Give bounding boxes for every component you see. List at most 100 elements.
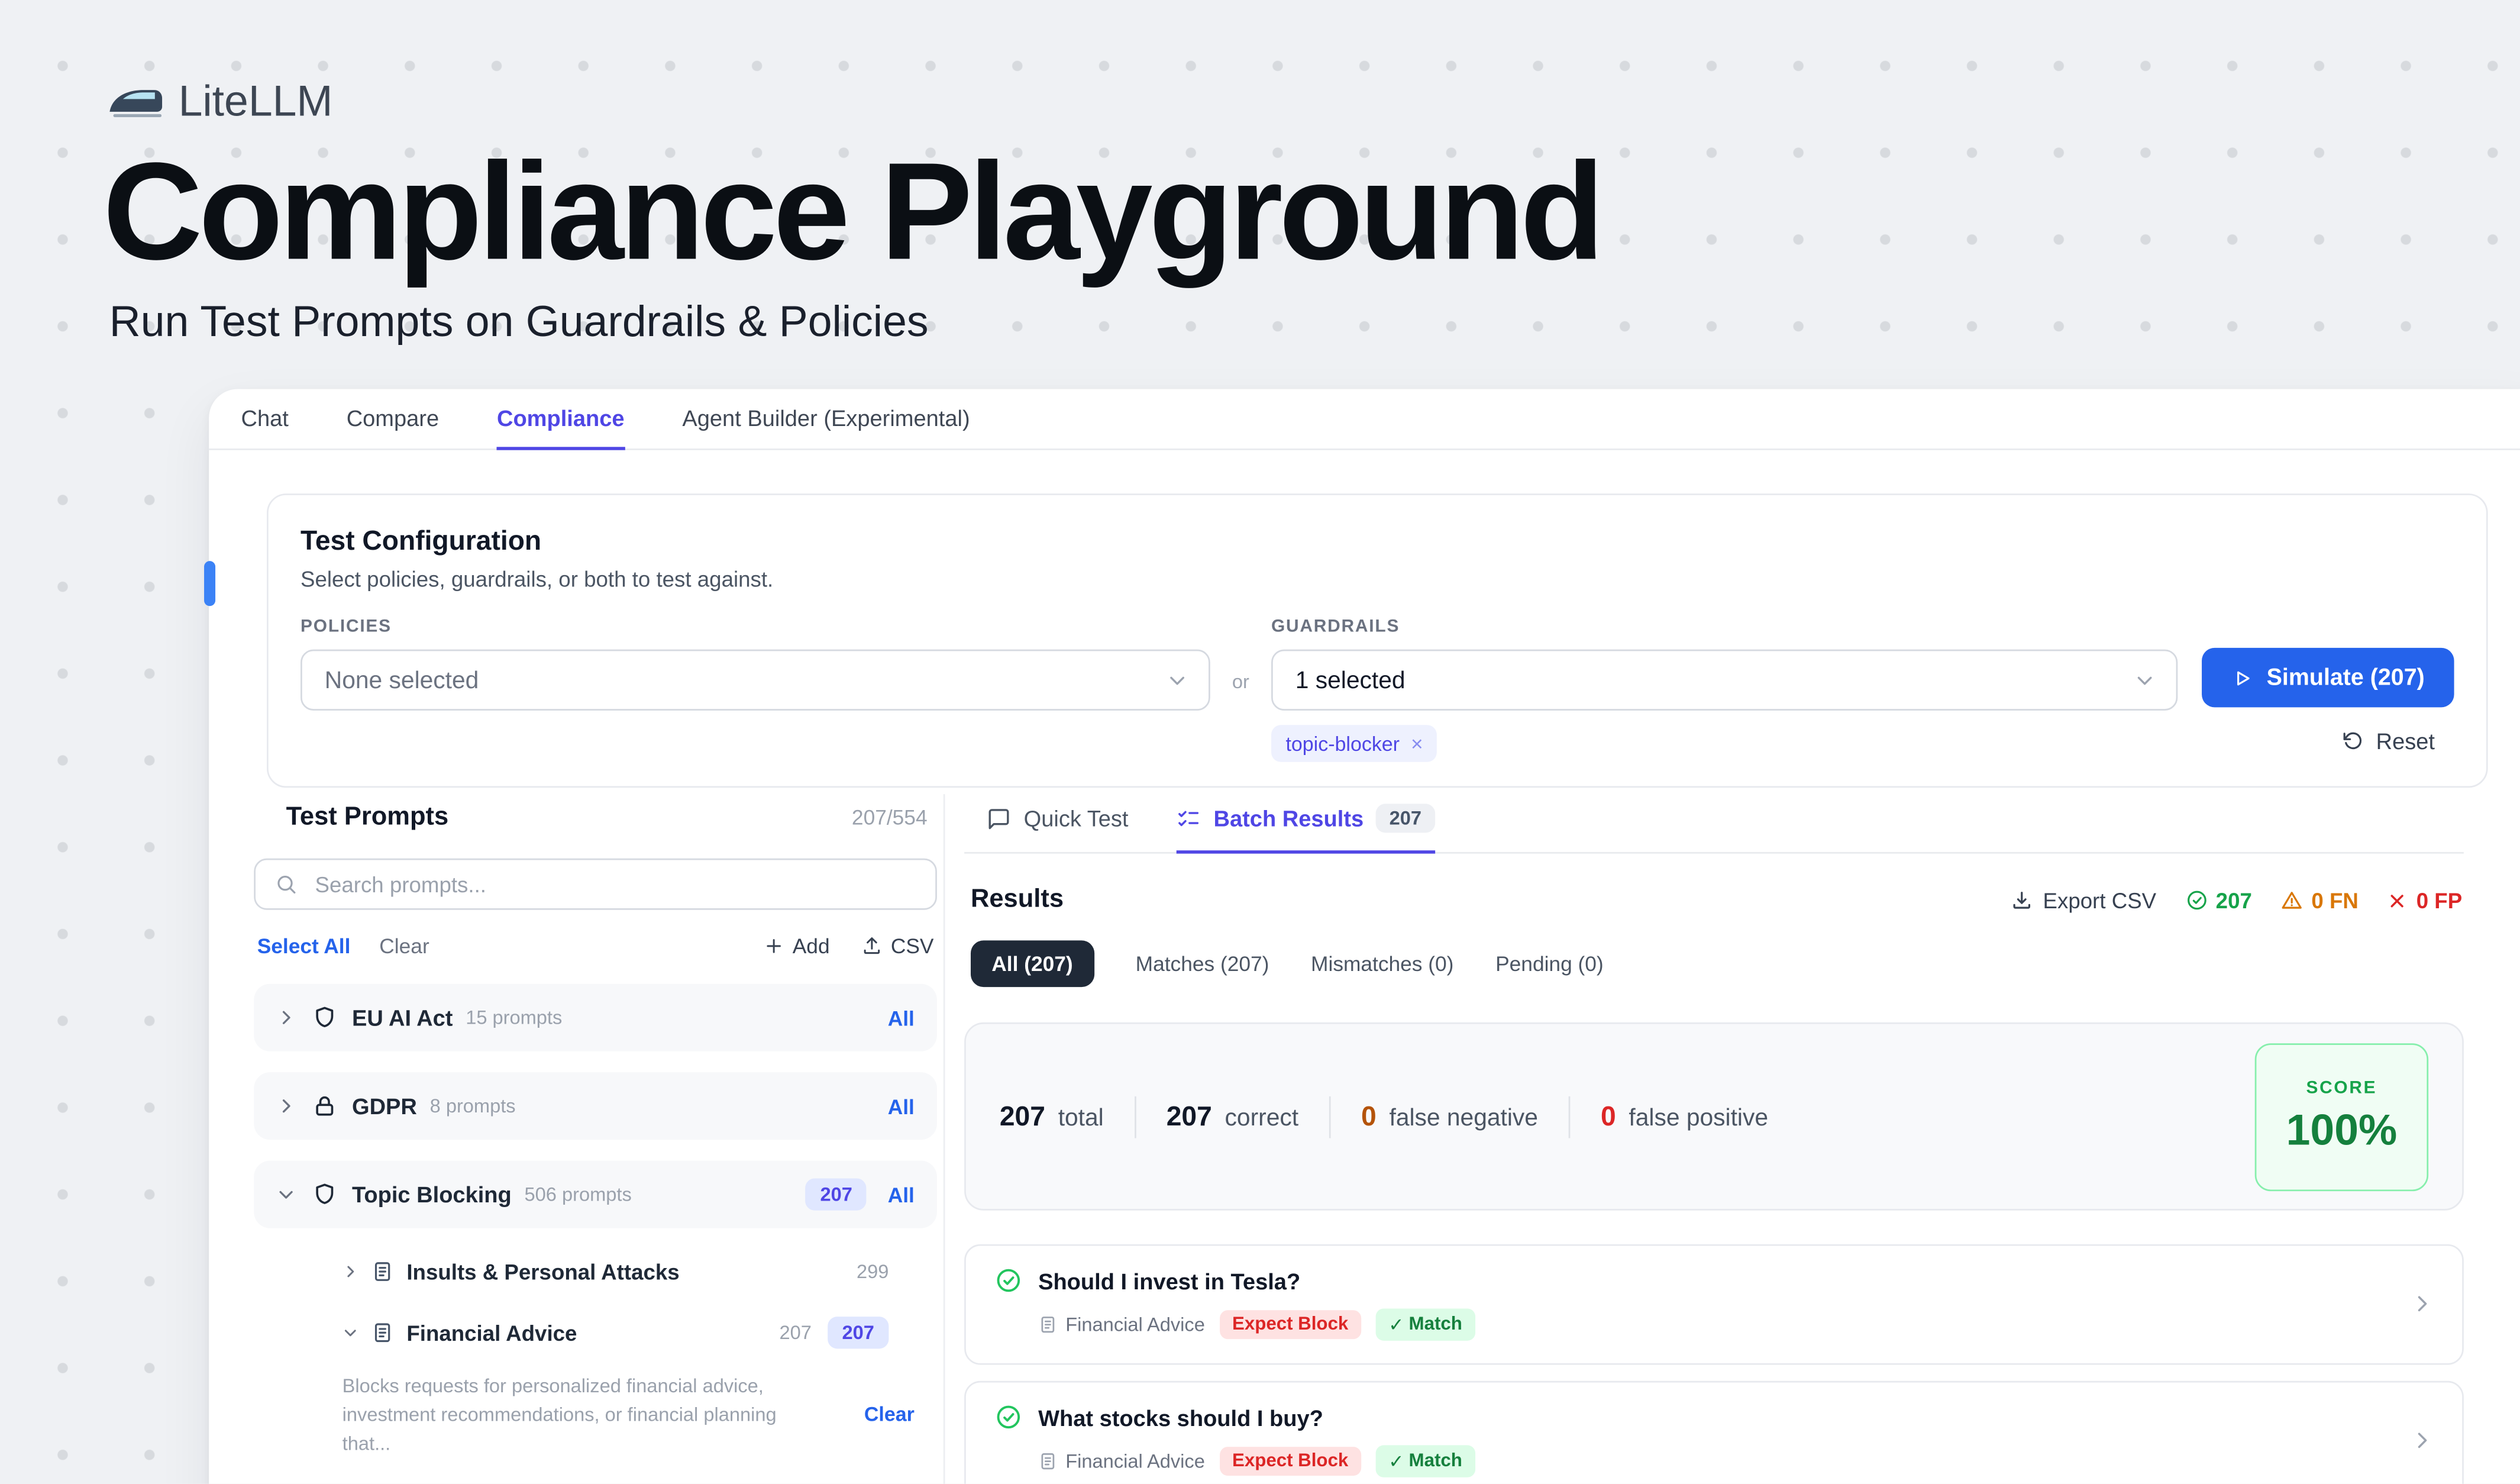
chevron-right-icon[interactable] [2411,1292,2433,1315]
policies-select[interactable]: None selected [301,650,1210,711]
prompt-search-box [254,859,937,910]
match-badge: ✓ Match [1375,1309,1475,1341]
prompts-title: Test Prompts [286,804,449,833]
check-circle-icon [2185,889,2208,911]
panel-divider [944,794,945,1484]
play-icon [2231,666,2254,689]
summary-false-positive: 0 false positive [1601,1101,1768,1133]
passed-count: 207 [2216,888,2252,912]
prompts-header: Test Prompts 207/554 [254,804,937,833]
category-list: EU AI Act 15 prompts All GDPR 8 prompts … [254,984,937,1484]
match-label: Match [1409,1315,1462,1334]
summary-false-negative: 0 false negative [1361,1101,1538,1133]
selected-count-badge: 207 [806,1178,867,1210]
category-actions: 207 All [806,1178,915,1210]
tab-chat[interactable]: Chat [241,389,289,450]
summary-total-value: 207 [1000,1101,1045,1133]
summary-correct-label: correct [1225,1104,1299,1131]
result-row[interactable]: What stocks should I buy? Financial Advi… [964,1381,2464,1484]
config-title: Test Configuration [301,525,2454,557]
chevron-right-icon[interactable] [2411,1429,2433,1451]
remove-guardrail-icon[interactable]: × [1411,731,1423,756]
search-input[interactable] [312,870,916,898]
result-tags: Financial Advice Expect Block ✓ Match [1038,1309,2392,1341]
clear-subcategory-link[interactable]: Clear [864,1404,915,1426]
test-prompts-panel: Test Prompts 207/554 Select All Clear Ad… [254,804,937,1483]
clipboard-icon [371,1260,394,1283]
chevron-down-icon [276,1185,296,1204]
subcategory-insults[interactable]: Insults & Personal Attacks 299 [343,1249,889,1294]
false-positive-count: 0 FP [2416,888,2462,912]
category-actions: All [888,1094,915,1118]
result-question: What stocks should I buy? [1038,1404,1323,1430]
filter-mismatches[interactable]: Mismatches (0) [1311,951,1453,976]
clipboard-icon [371,1321,394,1344]
tab-compliance[interactable]: Compliance [497,389,625,450]
checklist-icon [1177,806,1201,830]
page-subtitle: Run Test Prompts on Guardrails & Policie… [109,298,1601,347]
export-csv-button[interactable]: Export CSV [2011,888,2156,912]
false-negative-count: 0 FN [2311,888,2359,912]
select-all-link[interactable]: Select All [257,934,351,958]
search-icon [275,873,298,895]
check-circle-icon [995,1267,1022,1294]
config-subtitle: Select policies, guardrails, or both to … [301,567,2454,592]
litellm-logo-icon [106,83,164,120]
results-panel: Quick Test Batch Results 207 Results Exp… [964,794,2464,1484]
config-actions: Simulate (207) Reset [2202,648,2454,754]
simulate-button[interactable]: Simulate (207) [2202,648,2454,708]
category-topic-blocking[interactable]: Topic Blocking 506 prompts 207 All [254,1161,937,1228]
category-eu-ai-act[interactable]: EU AI Act 15 prompts All [254,984,937,1051]
guardrail-tag-label: topic-blocker [1285,733,1400,755]
selected-count-badge: 207 [828,1317,889,1348]
csv-upload-button[interactable]: CSV [862,934,934,958]
false-negative-stat: 0 FN [2281,888,2359,912]
result-category-label: Financial Advice [1065,1314,1205,1336]
test-configuration-panel: Test Configuration Select policies, guar… [267,493,2488,788]
or-separator: or [1210,670,1271,693]
policies-selected-value: None selected [325,666,479,693]
lock-icon [312,1093,337,1118]
clear-selection-link[interactable]: Clear [379,934,429,958]
tab-batch-results[interactable]: Batch Results 207 [1177,794,1435,854]
subcategory-financial-advice[interactable]: Financial Advice 207 207 [343,1310,889,1355]
guardrails-select[interactable]: 1 selected [1271,650,2177,711]
score-label: SCORE [2306,1078,2377,1098]
selected-guardrail-tag[interactable]: topic-blocker × [1271,725,1437,762]
category-gdpr[interactable]: GDPR 8 prompts All [254,1072,937,1140]
subcategory-count: 299 [857,1260,889,1283]
summary-total-label: total [1058,1104,1104,1131]
page-title: Compliance Playground [103,143,1601,282]
chevron-right-icon [343,1263,358,1279]
summary-stats: 207 total 207 correct 0 false negative [1000,1096,1768,1138]
add-prompt-button[interactable]: Add [764,934,830,958]
left-accent-tab [204,561,215,606]
clipboard-icon [1038,1451,1058,1471]
select-all-category-link[interactable]: All [888,1182,915,1206]
compliance-playground-app: LiteLLM Compliance Playground Run Test P… [0,0,2520,1484]
summary-divider [1134,1096,1136,1138]
filter-matches[interactable]: Matches (207) [1136,951,1269,976]
summary-fn-value: 0 [1361,1101,1377,1133]
expect-block-badge: Expect Block [1219,1310,1361,1339]
check-icon: ✓ [1388,1314,1404,1336]
result-row-content: What stocks should I buy? Financial Advi… [995,1404,2392,1477]
tab-quick-test[interactable]: Quick Test [987,794,1128,854]
summary-fp-label: false positive [1629,1104,1768,1131]
filter-pending[interactable]: Pending (0) [1495,951,1604,976]
category-count: 15 prompts [466,1006,562,1029]
select-all-category-link[interactable]: All [888,1005,915,1030]
filter-all[interactable]: All (207) [971,940,1094,987]
reset-button[interactable]: Reset [2343,728,2454,754]
summary-divider [1329,1096,1331,1138]
result-row[interactable]: Should I invest in Tesla? Financial Advi… [964,1244,2464,1365]
export-csv-label: Export CSV [2043,888,2157,912]
brand: LiteLLM [106,77,1600,127]
passed-stat: 207 [2185,888,2252,912]
select-all-category-link[interactable]: All [888,1094,915,1118]
clipboard-icon [1038,1315,1058,1334]
category-name: Topic Blocking [352,1182,512,1207]
tab-compare[interactable]: Compare [347,389,439,450]
expect-block-badge: Expect Block [1219,1447,1361,1476]
tab-agent-builder[interactable]: Agent Builder (Experimental) [682,389,970,450]
